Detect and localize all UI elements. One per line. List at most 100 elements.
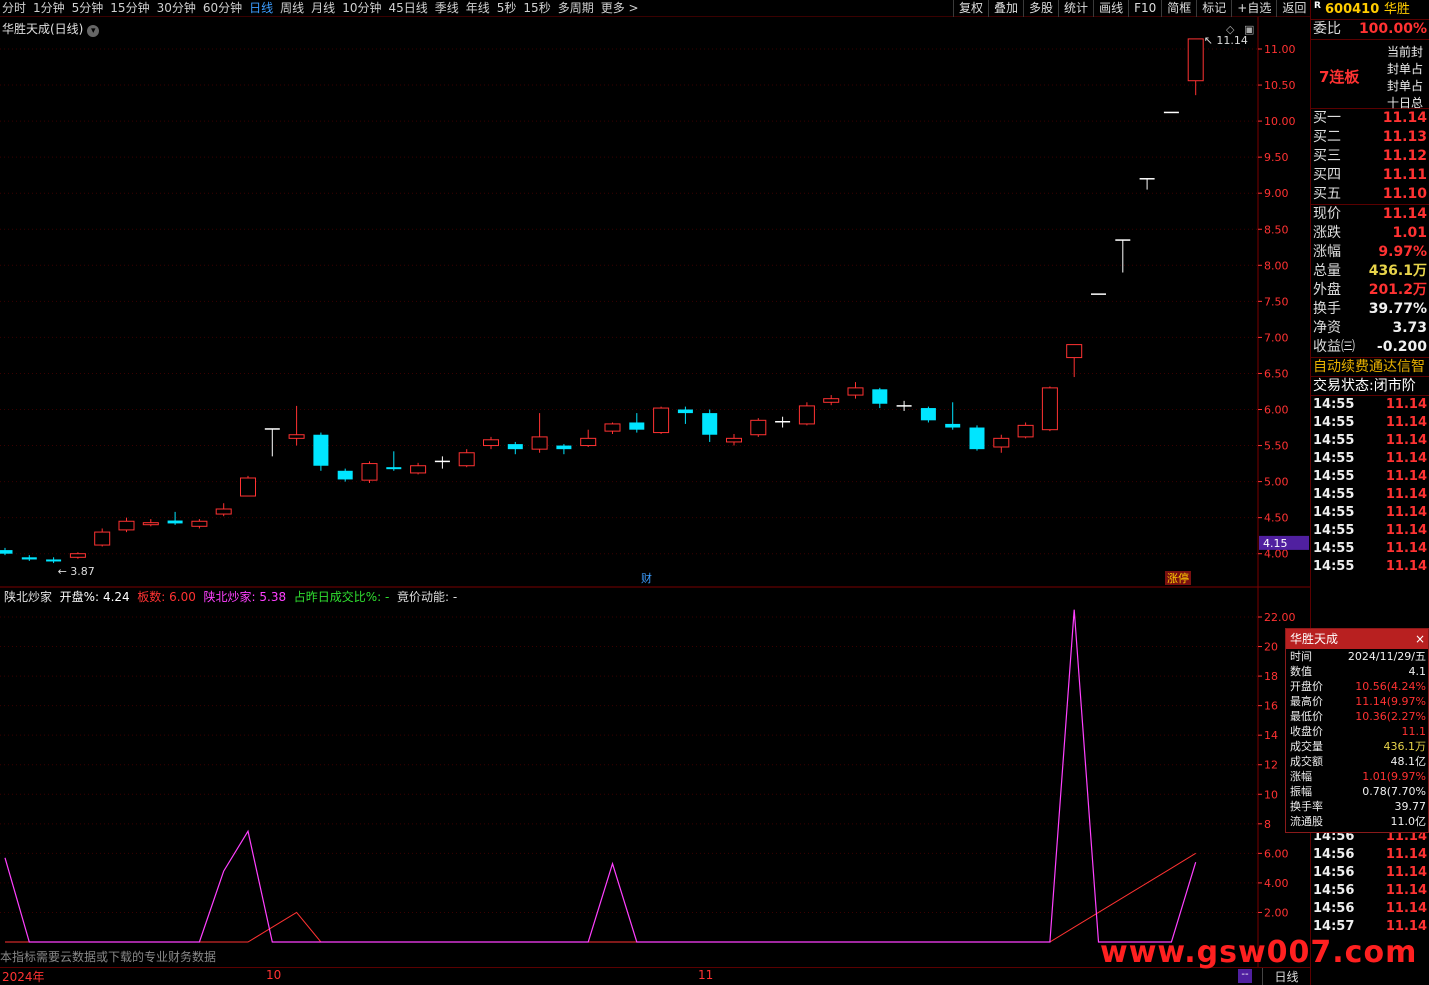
tool-button-3[interactable]: 统计 — [1058, 0, 1093, 17]
period-tab-13[interactable]: 5秒 — [495, 0, 519, 16]
bid-price: 11.13 — [1382, 129, 1427, 145]
tick-price: 11.14 — [1385, 541, 1427, 556]
price-tick-label: 10.00 — [1264, 115, 1296, 128]
auto-renew[interactable]: 自动续费通达信智 — [1311, 357, 1429, 376]
popup-row-5: 收盘价 11.1 — [1286, 724, 1428, 739]
period-tab-2[interactable]: 5分钟 — [70, 0, 106, 16]
ind-tick-label: 8 — [1264, 818, 1271, 831]
period-tab-4[interactable]: 30分钟 — [155, 0, 198, 16]
stat-value: 39.77% — [1368, 301, 1427, 317]
stat-row-2: 涨幅 9.97% — [1311, 243, 1429, 262]
period-tab-11[interactable]: 季线 — [433, 0, 461, 16]
period-tab-9[interactable]: 10分钟 — [340, 0, 383, 16]
popup-row-3: 最高价 11.14(9.97% — [1286, 694, 1428, 709]
period-tab-16[interactable]: 更多 > — [599, 0, 641, 16]
tool-button-1[interactable]: 叠加 — [988, 0, 1023, 17]
bid-row-3: 买四 11.11 — [1311, 166, 1429, 185]
stat-value: 9.97% — [1378, 244, 1427, 260]
candle-up — [458, 452, 475, 467]
tool-button-5[interactable]: F10 — [1128, 0, 1161, 17]
limit-line-1: 封单占 — [1387, 62, 1424, 76]
stat-value: 11.14 — [1382, 206, 1427, 222]
tool-button-9[interactable]: 返回 — [1276, 0, 1311, 17]
period-tab-3[interactable]: 15分钟 — [108, 0, 151, 16]
period-tab-7[interactable]: 周线 — [278, 0, 306, 16]
candle-down — [872, 389, 888, 404]
period-tag[interactable]: 日线 — [1262, 968, 1310, 985]
bid-price: 11.12 — [1382, 148, 1427, 164]
zr-value: - — [385, 590, 390, 604]
weibi-label: 委比 — [1313, 21, 1341, 37]
popup-value: 11.14(9.97% — [1355, 695, 1426, 708]
popup-row-7: 成交额 48.1亿 — [1286, 754, 1428, 769]
candle-up — [69, 553, 86, 558]
tool-button-0[interactable]: 复权 — [953, 0, 988, 17]
candle-up — [118, 520, 135, 531]
tick-time: 14:55 — [1313, 451, 1355, 466]
close-icon[interactable]: × — [1415, 629, 1425, 649]
trade-status: 交易状态:闭市阶 — [1311, 376, 1429, 395]
popup-value: 10.56(4.24% — [1355, 680, 1426, 693]
ind-tick-label: 10 — [1264, 788, 1278, 801]
tick-time: 14:55 — [1313, 505, 1355, 520]
ind-tick-label: 4.00 — [1264, 877, 1289, 890]
period-tab-15[interactable]: 多周期 — [556, 0, 596, 16]
stat-row-1: 涨跌 1.01 — [1311, 224, 1429, 243]
tick-time: 14:55 — [1313, 541, 1355, 556]
current-price-tag: 4.15 — [1263, 537, 1288, 550]
period-tab-5[interactable]: 60分钟 — [201, 0, 244, 16]
period-tab-14[interactable]: 15秒 — [521, 0, 552, 16]
price-tick-label: 9.50 — [1264, 151, 1289, 164]
period-tab-6[interactable]: 日线 — [247, 0, 275, 16]
period-tab-1[interactable]: 1分钟 — [31, 0, 67, 16]
tick-price: 11.14 — [1385, 865, 1427, 880]
tick-row-5: 14:55 11.14 — [1311, 486, 1429, 504]
tick-row-1: 14:55 11.14 — [1311, 414, 1429, 432]
popup-header: 华胜天成 × — [1286, 629, 1428, 649]
main-chart[interactable]: 11.00 10.50 10.00 9.50 9.00 8.50 8.00 7.50 7.00 6… — [0, 17, 1310, 967]
zr-label: 占昨日成交比%: — [293, 590, 382, 604]
bid-label: 买二 — [1313, 129, 1341, 145]
candle-up — [94, 531, 111, 546]
popup-value: 4.1 — [1408, 665, 1427, 678]
tool-button-6[interactable]: 简框 — [1161, 0, 1196, 17]
trade-status-text: 交易状态:闭市阶 — [1313, 378, 1416, 394]
chart-title-text: 华胜天成(日线) — [2, 22, 84, 36]
popup-value: 39.77 — [1394, 800, 1427, 813]
tick2-row-3: 14:56 11.14 — [1311, 846, 1429, 864]
popup-value: 2024/11/29/五 — [1347, 650, 1426, 663]
popup-key: 数值 — [1290, 665, 1312, 678]
data-popup: 华胜天成 × 时间 2024/11/29/五 数值 4.1 开盘价 10.56(4.24% 最… — [1285, 628, 1429, 833]
tick-row-9: 14:55 11.14 — [1311, 558, 1429, 576]
tool-button-4[interactable]: 画线 — [1093, 0, 1128, 17]
tick-price: 11.14 — [1385, 559, 1427, 574]
period-tab-10[interactable]: 45日线 — [386, 0, 429, 16]
indicator-header: 陕北炒家 开盘%: 4.24 板数: 6.00 陕北炒家: 5.38 占昨日成交… — [4, 588, 457, 605]
price-tick-label: 5.00 — [1264, 476, 1289, 489]
tool-button-8[interactable]: +自选 — [1231, 0, 1276, 17]
period-tab-8[interactable]: 月线 — [309, 0, 337, 16]
popup-row-0: 时间 2024/11/29/五 — [1286, 649, 1428, 664]
candle-up — [1066, 344, 1083, 359]
period-tab-12[interactable]: 年线 — [464, 0, 492, 16]
date-label-year: 2024年 — [2, 970, 45, 984]
popup-value: 0.78(7.70% — [1362, 785, 1426, 798]
popup-key: 开盘价 — [1290, 680, 1323, 693]
tick-price: 11.14 — [1385, 451, 1427, 466]
popup-row-1: 数值 4.1 — [1286, 664, 1428, 679]
ind-tick-label: 14 — [1264, 729, 1278, 742]
tick-time: 14:57 — [1313, 919, 1355, 934]
bid-row-4: 买五 11.10 — [1311, 185, 1429, 204]
limit-box: 7连板 当前封 封单占 封单占 十日总 — [1311, 39, 1429, 110]
candle-down — [167, 520, 183, 524]
candle-down — [969, 427, 985, 450]
tick-time: 14:55 — [1313, 469, 1355, 484]
tick-price: 11.14 — [1385, 847, 1427, 862]
scroll-indicator[interactable]: -- — [1238, 969, 1252, 983]
tool-button-2[interactable]: 多股 — [1023, 0, 1058, 17]
sb-value: 5.38 — [259, 590, 287, 604]
tick-time: 14:55 — [1313, 397, 1355, 412]
chevron-down-icon[interactable]: ▾ — [87, 25, 100, 37]
period-tab-0[interactable]: 分时 — [0, 0, 28, 16]
tool-button-7[interactable]: 标记 — [1196, 0, 1231, 17]
